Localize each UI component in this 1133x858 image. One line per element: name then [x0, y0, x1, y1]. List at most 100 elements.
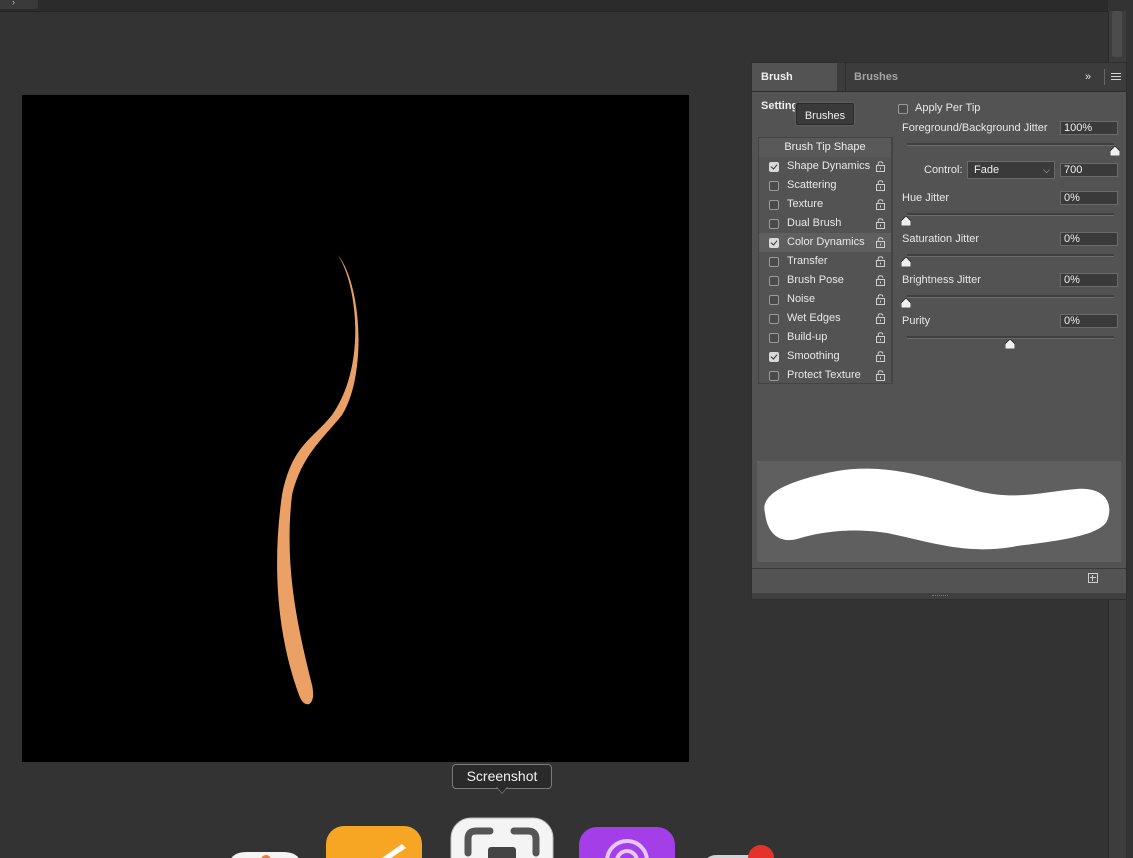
option-protect-texture[interactable]: Protect Texture [759, 366, 891, 385]
option-label: Brush Pose [787, 274, 844, 286]
collapse-panel-icon[interactable]: » [1085, 71, 1091, 83]
option-checkbox[interactable] [769, 181, 779, 191]
fg-bg-jitter-field[interactable]: 100% [1060, 121, 1118, 135]
document-tab-bar: › [0, 0, 1108, 12]
purity-slider-thumb[interactable] [1005, 339, 1015, 349]
option-label: Transfer [787, 255, 828, 267]
saturation-jitter-slider-thumb[interactable] [901, 257, 911, 267]
option-checkbox[interactable] [769, 162, 779, 172]
purity-field[interactable]: 0% [1060, 314, 1118, 328]
brush-stroke-preview [757, 461, 1121, 562]
lock-icon[interactable] [876, 237, 885, 248]
reminders-icon[interactable] [228, 850, 302, 858]
option-label: Build-up [787, 331, 828, 343]
fade-steps-field[interactable]: 700 [1060, 163, 1118, 177]
option-rows: Shape Dynamics Scattering Texture Dual Brus… [759, 157, 891, 385]
option-scattering[interactable]: Scattering [759, 176, 891, 195]
option-color-dynamics[interactable]: Color Dynamics [759, 233, 891, 252]
fg-bg-jitter-label: Foreground/Background Jitter [902, 122, 1048, 134]
option-brush-tip-shape[interactable]: Brush Tip Shape [759, 138, 891, 157]
option-label: Noise [787, 293, 816, 305]
option-texture[interactable]: Texture [759, 195, 891, 214]
control-label: Control: [924, 164, 963, 176]
control-select[interactable]: Fade ⌵ [967, 161, 1055, 179]
screenshot-icon[interactable] [450, 817, 554, 858]
apply-per-tip-label: Apply Per Tip [915, 102, 981, 114]
lock-icon[interactable] [876, 332, 885, 343]
tab-brush-settings[interactable]: Brush Settings [752, 63, 837, 112]
lock-icon[interactable] [876, 275, 885, 286]
option-checkbox[interactable] [769, 352, 779, 362]
control-select-value: Fade [974, 164, 1000, 176]
option-label: Texture [787, 198, 824, 210]
option-checkbox[interactable] [769, 333, 779, 343]
panel-menu-icon[interactable] [1111, 73, 1121, 82]
saturation-jitter-slider[interactable] [907, 254, 1114, 257]
brush-stroke [277, 255, 359, 705]
hue-jitter-slider[interactable] [907, 213, 1114, 216]
notification-badge [748, 845, 774, 858]
lock-icon[interactable] [876, 370, 885, 381]
lock-icon[interactable] [876, 351, 885, 362]
option-checkbox[interactable] [769, 219, 779, 229]
option-shape-dynamics[interactable]: Shape Dynamics [759, 157, 891, 176]
lock-icon[interactable] [876, 199, 885, 210]
hue-jitter-slider-thumb[interactable] [901, 216, 911, 226]
option-label: Protect Texture [787, 369, 861, 381]
tab-brushes[interactable]: Brushes [846, 63, 906, 91]
option-label: Scattering [787, 179, 837, 191]
pages-icon[interactable] [326, 826, 422, 858]
preview-stroke [764, 468, 1110, 550]
option-wet-edges[interactable]: Wet Edges [759, 309, 891, 328]
option-checkbox[interactable] [769, 314, 779, 324]
chevron-icon: › [12, 0, 15, 7]
option-checkbox[interactable] [769, 276, 779, 286]
panel-resize-bar[interactable] [752, 593, 1126, 599]
option-label: Color Dynamics [787, 236, 865, 248]
purity-label: Purity [902, 315, 931, 327]
create-new-brush-icon[interactable] [1088, 573, 1098, 583]
lock-icon[interactable] [876, 294, 885, 305]
document-tab[interactable]: › [0, 0, 38, 9]
saturation-jitter-field[interactable]: 0% [1060, 232, 1118, 246]
option-checkbox[interactable] [769, 371, 779, 381]
option-transfer[interactable]: Transfer [759, 252, 891, 271]
option-checkbox[interactable] [769, 257, 779, 267]
brushes-button[interactable]: Brushes [796, 103, 854, 125]
option-checkbox[interactable] [769, 295, 779, 305]
dock-tooltip: Screenshot [452, 764, 552, 789]
fg-bg-jitter-slider-thumb[interactable] [1110, 146, 1120, 156]
option-noise[interactable]: Noise [759, 290, 891, 309]
mail-icon[interactable] [700, 845, 780, 858]
hue-jitter-field[interactable]: 0% [1060, 191, 1118, 205]
lock-icon[interactable] [876, 180, 885, 191]
brightness-jitter-slider[interactable] [907, 295, 1114, 298]
podcasts-icon[interactable] [579, 827, 675, 858]
brightness-jitter-slider-thumb[interactable] [901, 298, 911, 308]
lock-icon[interactable] [876, 256, 885, 267]
fg-bg-jitter-slider[interactable] [907, 143, 1114, 146]
brightness-jitter-label: Brightness Jitter [902, 274, 981, 286]
panel-tab-bar: Brush Settings Brushes » [752, 63, 1126, 112]
option-checkbox[interactable] [769, 200, 779, 210]
option-label: Dual Brush [787, 217, 842, 229]
option-label: Shape Dynamics [787, 160, 871, 172]
option-build-up[interactable]: Build-up [759, 328, 891, 347]
divider [752, 568, 1126, 569]
scrollbar-thumb[interactable] [1112, 11, 1122, 57]
lock-icon[interactable] [876, 313, 885, 324]
tooltip-arrow-inner [497, 787, 507, 793]
option-label: Smoothing [787, 350, 840, 362]
option-smoothing[interactable]: Smoothing [759, 347, 891, 366]
lock-icon[interactable] [876, 161, 885, 172]
hue-jitter-label: Hue Jitter [902, 192, 950, 204]
brightness-jitter-field[interactable]: 0% [1060, 273, 1118, 287]
option-dual-brush[interactable]: Dual Brush [759, 214, 891, 233]
option-checkbox[interactable] [769, 238, 779, 248]
lock-icon[interactable] [876, 218, 885, 229]
document-canvas[interactable] [22, 95, 689, 762]
saturation-jitter-label: Saturation Jitter [902, 233, 980, 245]
apply-per-tip-checkbox[interactable] [898, 104, 908, 114]
option-brush-pose[interactable]: Brush Pose [759, 271, 891, 290]
divider [1104, 69, 1105, 85]
